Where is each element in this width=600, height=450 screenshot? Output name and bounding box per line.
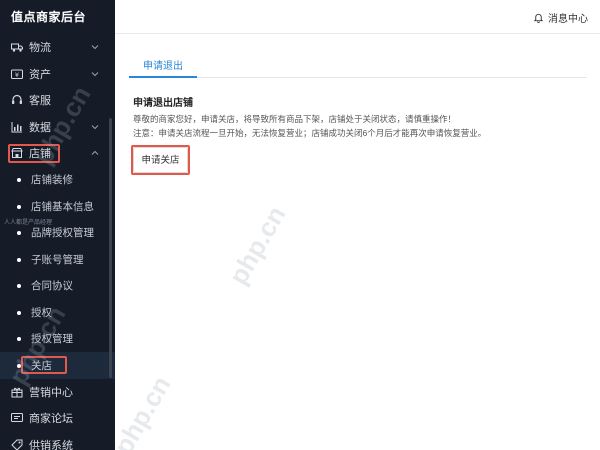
forum-icon [11, 412, 23, 424]
sidebar-item-store[interactable]: 店铺 [0, 140, 115, 167]
bullet-dot [17, 178, 21, 182]
chevron-down-icon [91, 42, 99, 50]
sidebar-item-logistics[interactable]: 物流 [0, 34, 115, 61]
headset-icon [11, 94, 23, 106]
highlight-box-store [8, 144, 60, 163]
highlight-box-apply-button [131, 145, 190, 175]
sidebar-item-label: 营销中心 [29, 386, 73, 399]
sidebar-subitem-authorization[interactable]: 授权 [0, 299, 115, 326]
sidebar-item-data[interactable]: 数据 [0, 114, 115, 141]
sidebar-item-marketing[interactable]: 营销中心 [0, 379, 115, 406]
notification-center-link[interactable]: 消息中心 [533, 10, 588, 25]
bell-icon [533, 13, 544, 23]
svg-text:¥: ¥ [15, 71, 19, 79]
tab-bar: 申请退出 [129, 56, 587, 78]
sidebar-item-label: 子账号管理 [31, 253, 84, 266]
bar-chart-icon [11, 121, 23, 133]
topbar: 消息中心 [115, 0, 600, 34]
sidebar-item-label: 数据 [29, 121, 51, 134]
truck-icon [11, 41, 23, 53]
tag-icon [11, 439, 23, 450]
sidebar-subitem-contracts[interactable]: 合同协议 [0, 273, 115, 300]
bullet-dot [17, 284, 21, 288]
sidebar-item-label: 授权 [31, 306, 52, 319]
sidebar-item-label: 客服 [29, 95, 51, 108]
description-line-2: 注意：申请关店流程一旦开始，无法恢复营业；店铺成功关闭6个月后才能再次申请恢复营… [133, 128, 487, 138]
sidebar-item-label: 店铺基本信息 [31, 200, 94, 213]
bullet-dot [17, 337, 21, 341]
highlight-box-close-store [21, 356, 67, 374]
tab-apply-exit[interactable]: 申请退出 [129, 56, 197, 78]
wallet-icon: ¥ [11, 68, 23, 80]
section-title: 申请退出店铺 [133, 98, 193, 109]
bullet-dot [17, 310, 21, 315]
sidebar-item-label: 授权管理 [31, 333, 73, 346]
chevron-up-icon [91, 148, 99, 156]
chevron-down-icon [91, 69, 99, 77]
bullet-dot [17, 257, 21, 262]
sidebar-subitem-auth-management[interactable]: 授权管理 [0, 326, 115, 353]
sidebar-item-label: 商家论坛 [29, 413, 73, 426]
sidebar-item-distribution[interactable]: 供销系统 [0, 432, 115, 450]
sidebar-item-assets[interactable]: ¥ 资产 [0, 61, 115, 88]
description-line-1: 尊敬的商家您好，申请关店，将导致所有商品下架，店铺处于关闭状态，请慎重操作！ [133, 114, 457, 124]
sidebar-subitem-store-decoration[interactable]: 店铺装修 [0, 167, 115, 194]
chevron-down-icon [91, 122, 99, 130]
sidebar-item-label: 合同协议 [31, 280, 73, 293]
main-content: 申请退出 申请退出店铺 尊敬的商家您好，申请关店，将导致所有商品下架，店铺处于关… [115, 34, 600, 450]
sidebar: 值点商家后台 物流 ¥ 资产 客服 数据 店铺 店铺装修 店铺基本信息 品牌授权… [0, 0, 115, 450]
sidebar-item-label: 物流 [29, 42, 51, 55]
sidebar-subitem-sub-accounts[interactable]: 子账号管理 [0, 246, 115, 273]
sidebar-item-label: 资产 [29, 68, 51, 81]
bullet-dot [17, 231, 21, 235]
overlay-caption: 人人都是产品经理 [4, 220, 53, 226]
sidebar-item-customer-service[interactable]: 客服 [0, 87, 115, 114]
sidebar-scrollbar[interactable] [109, 118, 112, 378]
gift-icon [11, 386, 23, 398]
sidebar-item-forum[interactable]: 商家论坛 [0, 405, 115, 432]
notification-label: 消息中心 [548, 14, 588, 25]
sidebar-subitem-close-store[interactable]: 关店 [0, 352, 115, 379]
sidebar-subitem-store-info[interactable]: 店铺基本信息 [0, 193, 115, 220]
brand-title: 值点商家后台 [11, 10, 87, 24]
sidebar-item-label: 供销系统 [29, 439, 73, 450]
bullet-dot [17, 204, 21, 209]
sidebar-item-label: 品牌授权管理 [31, 227, 94, 240]
sidebar-item-label: 店铺装修 [31, 174, 73, 187]
